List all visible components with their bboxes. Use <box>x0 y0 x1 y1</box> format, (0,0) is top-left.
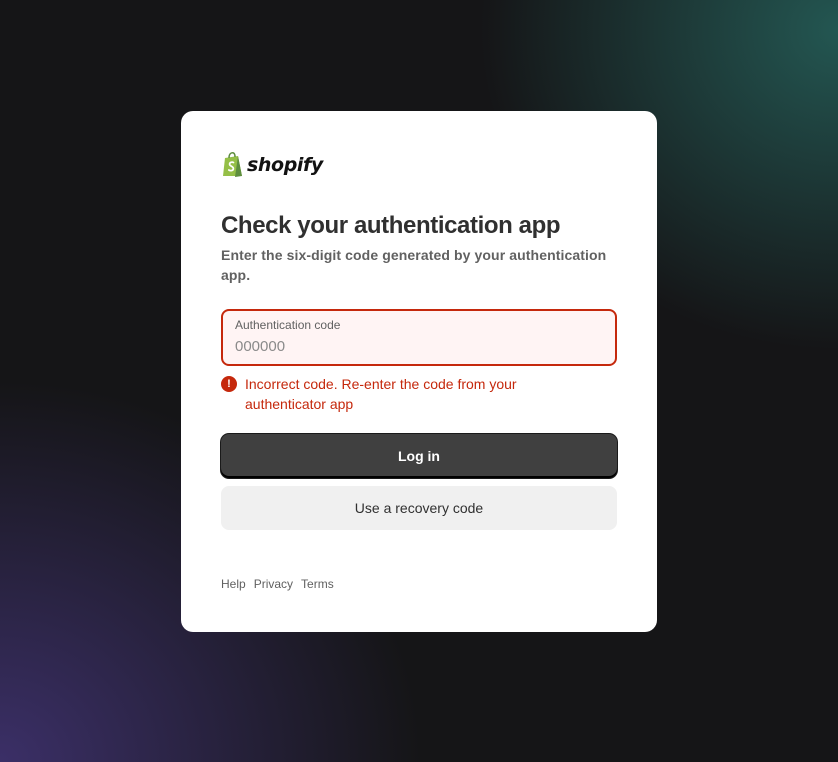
login-card: shopify Check your authentication app En… <box>181 111 657 632</box>
terms-link[interactable]: Terms <box>301 577 334 591</box>
shopify-logo: shopify <box>221 151 617 179</box>
footer-links: Help Privacy Terms <box>221 577 617 591</box>
authentication-code-field[interactable]: Authentication code <box>221 309 617 366</box>
error-message: ! Incorrect code. Re-enter the code from… <box>221 374 617 414</box>
recovery-code-button[interactable]: Use a recovery code <box>221 486 617 530</box>
page-title: Check your authentication app <box>221 212 561 239</box>
alert-circle-icon: ! <box>221 376 237 392</box>
help-link[interactable]: Help <box>221 577 246 591</box>
privacy-link[interactable]: Privacy <box>254 577 293 591</box>
page-subtitle: Enter the six-digit code generated by yo… <box>221 247 607 283</box>
error-text: Incorrect code. Re-enter the code from y… <box>245 376 517 412</box>
authentication-code-label: Authentication code <box>235 318 341 332</box>
login-button[interactable]: Log in <box>221 434 617 478</box>
authentication-code-input[interactable] <box>235 338 603 355</box>
brand-name: shopify <box>247 154 323 176</box>
shopify-bag-icon <box>223 152 242 177</box>
